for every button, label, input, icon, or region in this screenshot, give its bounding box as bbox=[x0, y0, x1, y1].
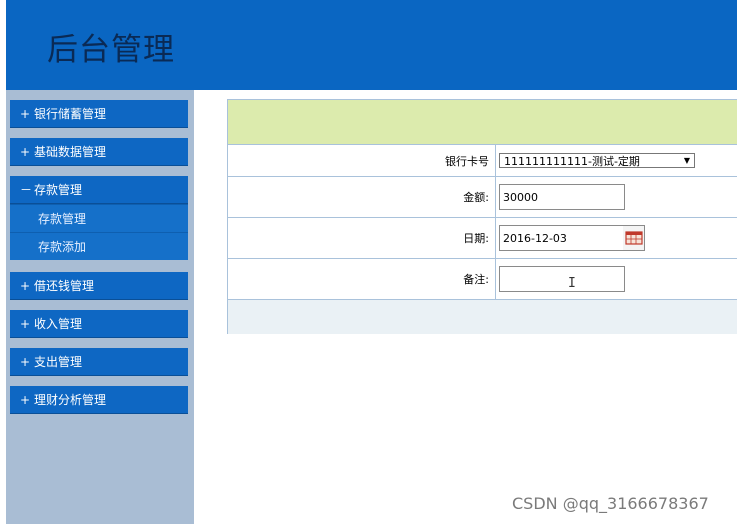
menu-item-expense[interactable]: + 支出管理 bbox=[10, 348, 188, 376]
menu-item-basic-data[interactable]: + 基础数据管理 bbox=[10, 138, 188, 166]
menu-label: 收入管理 bbox=[34, 317, 83, 331]
watermark: CSDN @qq_3166678367 bbox=[512, 494, 709, 513]
form-header bbox=[228, 100, 737, 145]
expand-icon: + bbox=[20, 354, 31, 369]
menu-label: 借还钱管理 bbox=[34, 279, 95, 293]
menu-item-income[interactable]: + 收入管理 bbox=[10, 310, 188, 338]
menu-item-bank-savings[interactable]: + 银行储蓄管理 bbox=[10, 100, 188, 128]
note-label: 备注: bbox=[228, 259, 496, 299]
submenu-item-deposit-manage[interactable]: 存款管理 bbox=[10, 204, 188, 232]
form-row-note: 备注: bbox=[228, 259, 737, 300]
menu-label: 存款管理 bbox=[34, 183, 83, 197]
submenu-item-deposit-add[interactable]: 存款添加 bbox=[10, 232, 188, 260]
card-select[interactable]: 111111111111-测试-定期 ▼ bbox=[499, 153, 695, 168]
amount-label: 金额: bbox=[228, 177, 496, 217]
collapse-icon: － bbox=[20, 183, 33, 197]
expand-icon: + bbox=[20, 106, 31, 121]
form-row-amount: 金额: 30000 bbox=[228, 177, 737, 218]
card-label: 银行卡号 bbox=[228, 145, 496, 176]
text-cursor-icon: I bbox=[568, 276, 576, 291]
expand-icon: + bbox=[20, 144, 31, 159]
note-cell bbox=[496, 259, 737, 299]
card-select-value: 111111111111-测试-定期 bbox=[504, 154, 640, 168]
menu-item-finance-analysis[interactable]: + 理财分析管理 bbox=[10, 386, 188, 414]
note-input[interactable] bbox=[499, 266, 625, 292]
date-picker: 2016-12-03 bbox=[499, 225, 645, 251]
date-label: 日期: bbox=[228, 218, 496, 258]
menu-label: 理财分析管理 bbox=[34, 393, 107, 407]
menu-label: 基础数据管理 bbox=[34, 145, 107, 159]
calendar-icon[interactable] bbox=[623, 225, 645, 251]
form-row-card: 银行卡号 111111111111-测试-定期 ▼ bbox=[228, 145, 737, 177]
date-input[interactable]: 2016-12-03 bbox=[499, 225, 623, 251]
amount-input[interactable]: 30000 bbox=[499, 184, 625, 210]
expand-icon: + bbox=[20, 278, 31, 293]
form-footer bbox=[228, 300, 737, 334]
menu-label: 支出管理 bbox=[34, 355, 83, 369]
date-cell: 2016-12-03 bbox=[496, 218, 737, 258]
expand-icon: + bbox=[20, 392, 31, 407]
app-title: 后台管理 bbox=[47, 32, 175, 68]
menu-item-deposit[interactable]: － 存款管理 bbox=[10, 176, 188, 204]
card-cell: 111111111111-测试-定期 ▼ bbox=[496, 145, 737, 176]
amount-cell: 30000 bbox=[496, 177, 737, 217]
deposit-form: 银行卡号 111111111111-测试-定期 ▼ 金额: 30000 日期: … bbox=[227, 99, 737, 334]
form-row-date: 日期: 2016-12-03 bbox=[228, 218, 737, 259]
deposit-submenu: 存款管理 存款添加 bbox=[10, 204, 188, 260]
menu-label: 银行储蓄管理 bbox=[34, 107, 107, 121]
expand-icon: + bbox=[20, 316, 31, 331]
top-header: 后台管理 bbox=[6, 0, 737, 90]
dropdown-arrow-icon: ▼ bbox=[683, 156, 690, 165]
menu-item-borrow-repay[interactable]: + 借还钱管理 bbox=[10, 272, 188, 300]
